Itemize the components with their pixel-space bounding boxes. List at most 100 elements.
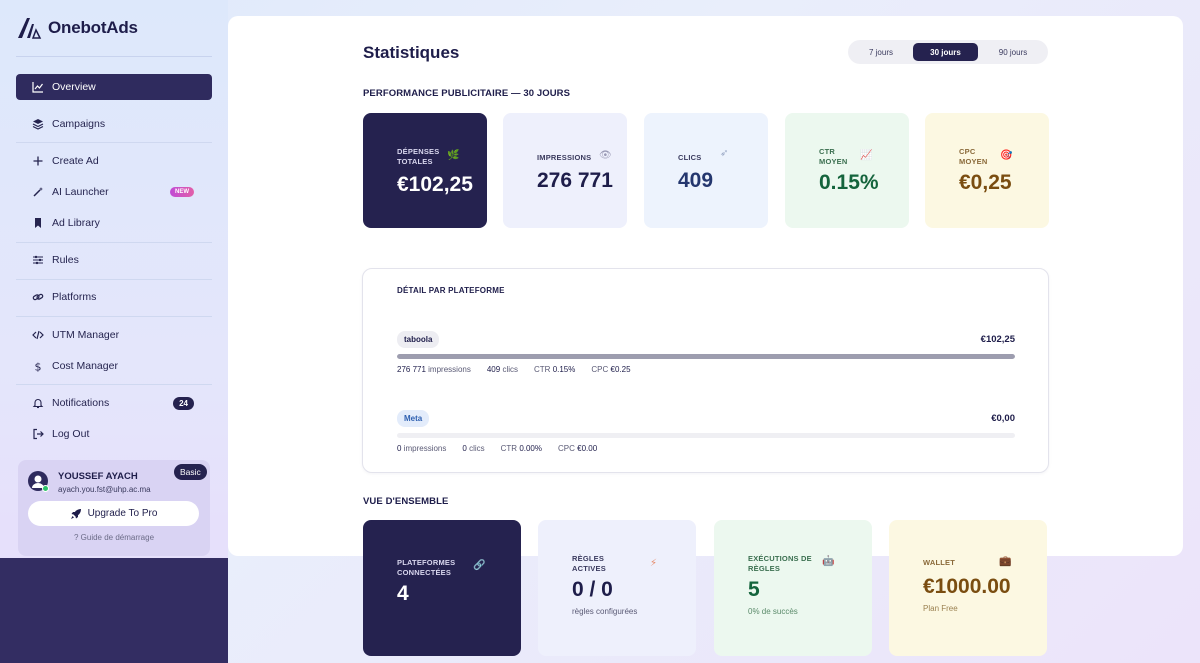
target-icon: 🎯	[1000, 150, 1013, 161]
sidebar-footer-area	[0, 558, 228, 663]
platform-tag-meta: Meta	[397, 410, 430, 427]
sidebar-item-platforms[interactable]: Platforms	[16, 284, 212, 310]
stat-ctr: CTR 0.00%	[500, 444, 542, 453]
sidebar-item-label: AI Launcher	[52, 186, 109, 198]
stat-cpc: CPC €0.00	[558, 444, 598, 453]
guide-link[interactable]: ? Guide de démarrage	[18, 533, 210, 542]
kpi-value: €102,25	[397, 173, 473, 196]
overview-label: RÈGLES ACTIVES	[572, 554, 606, 573]
briefcase-icon: 💼	[999, 556, 1012, 567]
brand-logo-icon	[18, 18, 42, 39]
kpi-value: 276 771	[537, 169, 613, 192]
stat-clicks: 0 clics	[462, 444, 485, 453]
date-range-tabs: 7 jours 30 jours 90 jours	[848, 40, 1048, 64]
overview-label: WALLET	[923, 558, 956, 567]
sidebar-item-label: Log Out	[52, 428, 90, 440]
sidebar-item-cost-manager[interactable]: $ Cost Manager	[16, 353, 212, 379]
sidebar-item-ai-launcher[interactable]: AI Launcher NEW	[16, 179, 212, 205]
sidebar-item-label: Rules	[52, 254, 79, 266]
overview-card-wallet: WALLET 💼 €1000.00 Plan Free	[889, 520, 1047, 656]
link-icon	[32, 293, 44, 301]
overview-card-rule-executions: EXÉCUTIONS DE RÈGLES 🤖 5 0% de succès	[714, 520, 872, 656]
trend-chart-icon: 📈	[860, 150, 873, 161]
overview-value: 4	[397, 582, 409, 605]
platform-amount: €102,25	[980, 334, 1015, 345]
upgrade-label: Upgrade To Pro	[87, 508, 158, 519]
kpi-label: DÉPENSES TOTALES	[397, 147, 440, 166]
divider	[16, 142, 212, 143]
sidebar-item-utm-manager[interactable]: UTM Manager	[16, 322, 212, 348]
sidebar-item-label: Campaigns	[52, 118, 106, 130]
divider	[16, 316, 212, 317]
overview-card-platforms: PLATEFORMES CONNECTÉES 🔗 4	[363, 520, 521, 656]
svg-text:$: $	[35, 361, 42, 373]
stat-cpc: CPC €0.25	[591, 365, 631, 374]
stat-impressions: 0 impressions	[397, 444, 447, 453]
sidebar-item-label: Overview	[52, 81, 96, 93]
sidebar-item-label: Create Ad	[52, 155, 99, 167]
eye-icon: 👁	[599, 150, 612, 161]
kpi-card-clicks: CLICS ➶ 409	[644, 113, 768, 228]
sidebar-item-label: Cost Manager	[52, 360, 118, 372]
bell-icon	[32, 399, 44, 409]
bookmark-icon	[35, 218, 41, 228]
sliders-icon	[33, 255, 43, 265]
sidebar-item-ad-library[interactable]: Ad Library	[16, 210, 212, 236]
sidebar-item-rules[interactable]: Rules	[16, 247, 212, 273]
sidebar-item-label: Ad Library	[52, 217, 100, 229]
tab-7-days[interactable]: 7 jours	[854, 43, 908, 61]
sidebar-item-label: UTM Manager	[52, 329, 120, 341]
sidebar-item-notifications[interactable]: Notifications 24	[16, 390, 212, 416]
new-badge: NEW	[170, 187, 194, 197]
platform-share-bar	[397, 433, 1015, 438]
sidebar-item-label: Notifications	[52, 397, 110, 409]
overview-value: 5	[748, 578, 760, 601]
kpi-card-spend: DÉPENSES TOTALES 🌿 €102,25	[363, 113, 487, 228]
divider	[16, 279, 212, 280]
divider	[16, 242, 212, 243]
overview-card-rules: RÈGLES ACTIVES ⚡ 0 / 0 règles configurées	[538, 520, 696, 656]
tab-30-days[interactable]: 30 jours	[913, 43, 978, 61]
online-status-dot	[42, 485, 49, 492]
kpi-label: IMPRESSIONS	[537, 153, 592, 162]
overview-label: EXÉCUTIONS DE RÈGLES	[748, 554, 812, 573]
sidebar-item-create-ad[interactable]: Create Ad	[16, 148, 212, 174]
overview-label: PLATEFORMES CONNECTÉES	[397, 558, 456, 577]
dollar-icon: $	[35, 361, 42, 373]
link-icon: 🔗	[473, 560, 486, 571]
chart-line-icon	[32, 82, 43, 93]
divider	[16, 56, 212, 57]
tab-90-days[interactable]: 90 jours	[983, 43, 1043, 61]
stat-impressions: 276 771 impressions	[397, 365, 471, 374]
platform-stats: 0 impressions 0 clics CTR 0.00% CPC €0.0…	[397, 444, 597, 453]
stat-clicks: 409 clics	[486, 365, 518, 374]
sidebar-item-overview[interactable]: Overview	[16, 74, 212, 100]
brand-name: OnebotAds	[48, 18, 138, 37]
detail-title: DÉTAIL PAR PLATEFORME	[397, 286, 505, 295]
kpi-card-ctr: CTR MOYEN 📈 0.15%	[785, 113, 909, 228]
kpi-label: CTR MOYEN	[819, 147, 848, 166]
kpi-value: 0.15%	[819, 171, 879, 194]
robot-icon: 🤖	[822, 556, 835, 567]
platform-stats: 276 771 impressions 409 clics CTR 0.15% …	[397, 365, 631, 374]
divider	[16, 384, 212, 385]
money-icon: 🌿	[447, 150, 460, 161]
platform-share-fill	[397, 354, 1015, 359]
kpi-card-impressions: IMPRESSIONS 👁 276 771	[503, 113, 627, 228]
brand[interactable]: OnebotAds	[16, 16, 138, 40]
code-icon	[32, 330, 44, 340]
stat-ctr: CTR 0.15%	[534, 365, 576, 374]
overview-value: €1000.00	[923, 575, 1011, 598]
notification-count-badge: 24	[173, 396, 194, 410]
page-title: Statistiques	[363, 43, 460, 62]
layers-icon	[32, 119, 44, 130]
sidebar-item-log-out[interactable]: Log Out	[16, 421, 212, 447]
performance-section-title: PERFORMANCE PUBLICITAIRE — 30 JOURS	[363, 88, 571, 99]
sidebar-item-campaigns[interactable]: Campaigns	[16, 111, 212, 137]
avatar[interactable]	[28, 471, 49, 492]
platform-amount: €0,00	[991, 413, 1015, 424]
upgrade-button[interactable]: Upgrade To Pro	[28, 501, 199, 526]
user-email: ayach.you.fst@uhp.ac.ma	[58, 485, 151, 494]
overview-section-title: VUE D'ENSEMBLE	[363, 496, 449, 507]
platform-tag-taboola: taboola	[397, 331, 440, 348]
